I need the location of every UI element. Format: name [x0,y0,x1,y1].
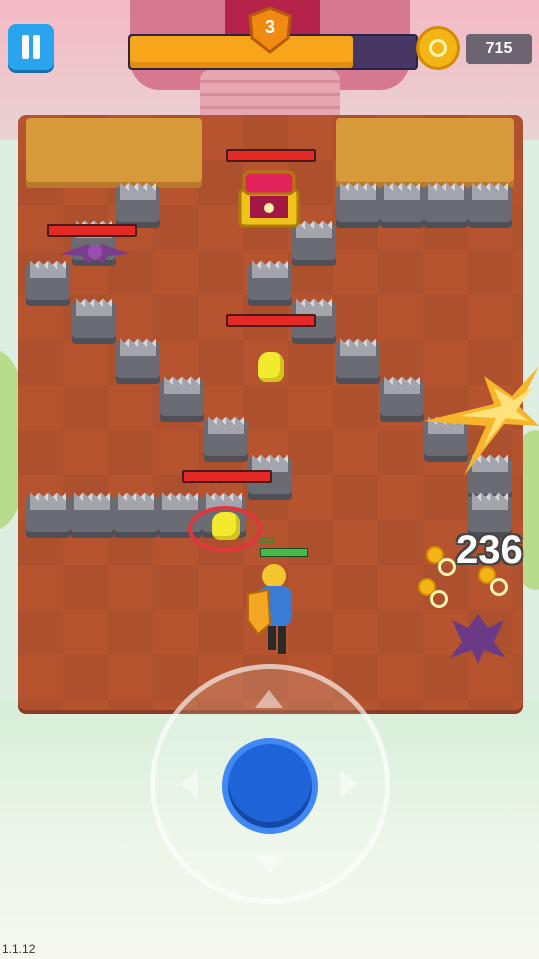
pause-icon [22,35,29,59]
spike-trap [248,252,292,306]
joystick-knob[interactable] [222,738,318,834]
spike-trap [26,252,70,306]
spike-trap [336,330,380,384]
spike-trap [70,484,114,538]
bat-icon [60,244,130,264]
joystick-arrow-icon [255,690,283,708]
hero-hp-text: 434 [258,536,275,547]
spike-trap [204,408,248,462]
spike-trap [336,174,380,228]
dropped-coin-icon [418,578,448,608]
coin-icon [416,26,460,70]
bat-icon [450,614,506,664]
spike-trap [292,212,336,266]
joystick-arrow-icon [340,770,358,798]
hero-health-bar [260,548,308,557]
pause-icon [33,35,40,59]
hero-icon [247,564,292,654]
spike-trap [114,484,158,538]
spike-trap [160,368,204,422]
dropped-coin-icon [426,546,456,576]
sand-wall-left [26,118,202,188]
level-badge: 3 [248,6,292,54]
spike-trap [116,330,160,384]
spike-trap [26,484,70,538]
spike-trap [380,368,424,422]
xp-progress-fill [130,36,354,68]
spike-trap [468,174,512,228]
dropped-coin-icon [478,566,508,596]
explosion-effect [424,366,539,476]
joystick-arrow-icon [180,770,198,798]
spike-trap [424,174,468,228]
spike-trap [380,174,424,228]
version-label: 1.1.12 [2,942,36,956]
chest-health-bar [226,149,316,162]
target-health-bar [182,470,272,483]
treasure-chest-icon [238,170,300,228]
spike-trap [72,290,116,344]
slime-icon [212,512,240,540]
pause-button[interactable] [8,24,54,70]
level-number: 3 [264,17,275,37]
joystick-arrow-icon [255,856,283,874]
slime-icon [258,352,284,382]
slime-health-bar [226,314,316,327]
game-scene[interactable]: 434 236 3 715 1.1.12 [0,0,539,959]
spike-trap [116,174,160,228]
coin-count: 715 [466,34,532,64]
